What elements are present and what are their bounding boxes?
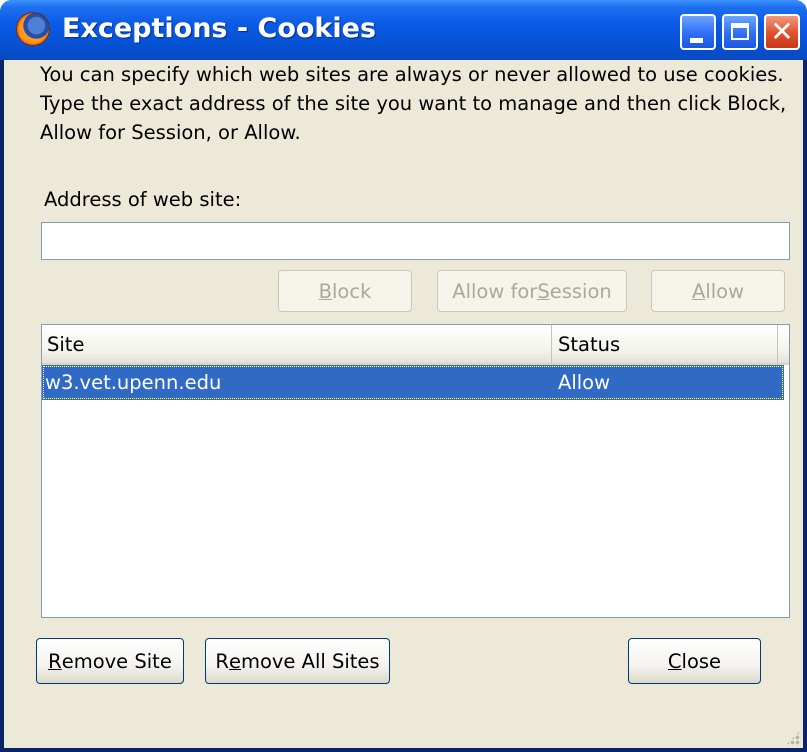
column-header-status[interactable]: Status (553, 325, 778, 363)
session-label-key: S (537, 279, 550, 303)
allow-for-session-button[interactable]: Allow for Session (437, 270, 627, 312)
list-header: Site Status (42, 325, 789, 365)
intro-line-1: You can specify which web sites are alwa… (40, 63, 784, 86)
remove-label-post: emove Site (61, 649, 172, 673)
block-label-post: lock (332, 279, 372, 303)
maximize-button[interactable] (722, 14, 758, 50)
row-status: Allow (558, 371, 611, 394)
column-header-site[interactable]: Site (42, 325, 552, 363)
block-button[interactable]: Block (278, 270, 412, 312)
close-label-key: C (667, 649, 682, 673)
session-label-pre: Allow for (452, 279, 538, 303)
close-button[interactable]: Close (628, 638, 761, 684)
address-label: Address of web site: (44, 188, 242, 211)
close-icon: ✕ (770, 15, 794, 48)
remove-label-key: R (48, 649, 62, 673)
window-title: Exceptions - Cookies (62, 13, 377, 44)
intro-text: You can specify which web sites are alwa… (40, 60, 800, 147)
exceptions-list[interactable]: Site Status w3.vet.upenn.edu Allow (41, 324, 790, 618)
firefox-icon (16, 12, 50, 46)
minimize-icon (690, 38, 703, 43)
table-row[interactable]: w3.vet.upenn.edu Allow (42, 365, 784, 400)
resize-grip[interactable] (785, 730, 801, 746)
block-label-key: B (318, 279, 332, 303)
close-label-post: lose (681, 649, 722, 673)
session-label-post: ession (549, 279, 612, 303)
intro-line-2: Type the exact address of the site you w… (40, 92, 787, 115)
minimize-button[interactable] (680, 14, 716, 50)
dialog-body: You can specify which web sites are alwa… (4, 60, 803, 748)
exceptions-cookies-window: Exceptions - Cookies ✕ You can specify w… (0, 0, 807, 752)
remove-all-sites-button[interactable]: Re move All Sites (205, 638, 390, 684)
allow-button[interactable]: Allow (651, 270, 785, 312)
maximize-icon (731, 23, 749, 40)
remove-all-label-post: move All Sites (240, 649, 380, 673)
close-window-button[interactable]: ✕ (764, 14, 800, 50)
remove-all-label-pre: R (215, 649, 229, 673)
row-site: w3.vet.upenn.edu (45, 371, 222, 394)
title-bar[interactable]: Exceptions - Cookies ✕ (0, 0, 807, 60)
remove-all-label-key: e (228, 649, 241, 673)
allow-label-post: llow (705, 279, 745, 303)
address-input[interactable] (41, 222, 790, 260)
allow-label-key: A (691, 279, 706, 303)
intro-line-3: Allow for Session, or Allow. (40, 121, 301, 144)
remove-site-button[interactable]: Remove Site (36, 638, 184, 684)
